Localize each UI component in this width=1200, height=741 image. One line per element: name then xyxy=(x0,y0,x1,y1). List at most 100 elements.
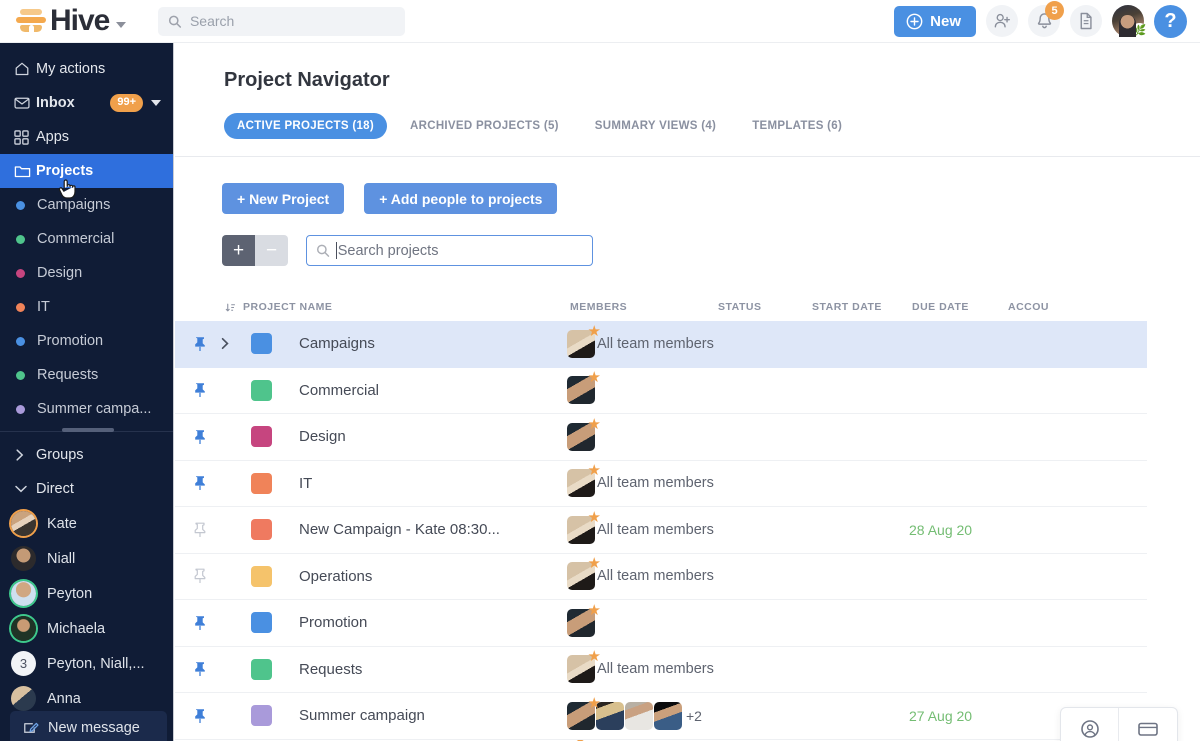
column-header-status[interactable]: STATUS xyxy=(718,301,812,313)
pin-button[interactable] xyxy=(193,661,220,677)
top-bar: Hive New xyxy=(0,0,1200,43)
project-color-dot xyxy=(16,201,25,210)
tab-templates[interactable]: TEMPLATES (6) xyxy=(739,113,855,139)
sidebar: My actions Inbox 99+ Ap xyxy=(0,43,174,741)
column-header-start-date[interactable]: START DATE xyxy=(812,301,912,313)
members-cell[interactable]: ★ +2 xyxy=(567,702,715,730)
sidebar-item-inbox[interactable]: Inbox 99+ xyxy=(0,86,173,120)
avatar: ★ xyxy=(567,655,595,683)
table-row[interactable]: Requests ★ All team members xyxy=(175,647,1147,694)
search-projects-input[interactable] xyxy=(338,243,583,259)
note-button[interactable] xyxy=(1119,708,1177,741)
tab-summary-views[interactable]: SUMMARY VIEWS (4) xyxy=(582,113,729,139)
sidebar-project-it[interactable]: IT xyxy=(0,290,173,324)
members-cell[interactable]: ★ All team members xyxy=(567,562,715,590)
sidebar-project-promotion[interactable]: Promotion xyxy=(0,324,173,358)
dm-label: Niall xyxy=(47,551,75,567)
collapse-all-button[interactable]: − xyxy=(255,235,288,266)
help-button[interactable]: ? xyxy=(1154,5,1187,38)
members-cell[interactable]: ★ All team members xyxy=(567,330,715,358)
sort-icon[interactable] xyxy=(225,302,236,313)
new-button[interactable]: New xyxy=(894,6,976,37)
documents-button[interactable] xyxy=(1070,5,1102,37)
members-cell[interactable]: ★ All team members xyxy=(567,516,715,544)
search-input[interactable] xyxy=(190,13,395,29)
due-date-cell[interactable]: 27 Aug 20 xyxy=(909,708,1005,724)
sidebar-item-my-actions[interactable]: My actions xyxy=(0,52,173,86)
new-message-button[interactable]: New message xyxy=(10,711,167,741)
table-row[interactable]: Commercial ★ xyxy=(175,368,1147,415)
compose-icon xyxy=(23,720,39,736)
tab-archived-projects[interactable]: ARCHIVED PROJECTS (5) xyxy=(397,113,572,139)
expand-row-button[interactable] xyxy=(220,337,251,350)
list-item[interactable]: Peyton xyxy=(0,576,173,611)
members-cell[interactable]: ★ All team members xyxy=(567,469,715,497)
avatar xyxy=(11,581,36,606)
table-row[interactable]: Summer campaign ★ +2 xyxy=(175,693,1147,740)
pin-filled-icon xyxy=(193,615,207,631)
pin-button[interactable] xyxy=(193,382,220,398)
due-date-cell[interactable]: 28 Aug 20 xyxy=(909,522,1005,538)
project-name: Requests xyxy=(299,661,567,678)
search-projects-field[interactable] xyxy=(306,235,593,266)
add-person-button[interactable] xyxy=(986,5,1018,37)
horizontal-scrollbar[interactable] xyxy=(62,428,114,432)
chevron-down-icon[interactable] xyxy=(151,100,161,106)
members-cell[interactable]: ★ xyxy=(567,609,715,637)
pin-button[interactable] xyxy=(193,429,220,445)
column-header-label: PROJECT NAME xyxy=(243,301,332,313)
pin-button[interactable] xyxy=(193,615,220,631)
direct-message-list: Kate Niall Peyton Michaela 3 Peyton, Nia… xyxy=(0,506,173,716)
list-item[interactable]: Niall xyxy=(0,541,173,576)
expand-all-button[interactable]: + xyxy=(222,235,255,266)
tab-active-projects[interactable]: ACTIVE PROJECTS (18) xyxy=(224,113,387,139)
project-name: Campaigns xyxy=(299,335,567,352)
column-header-members[interactable]: MEMBERS xyxy=(570,301,718,313)
avatar: ★ xyxy=(567,423,595,451)
column-header-project-name[interactable]: PROJECT NAME xyxy=(225,301,570,313)
hive-logo[interactable]: Hive xyxy=(14,6,126,36)
sidebar-project-summer-campaign[interactable]: Summer campa... xyxy=(0,392,173,426)
dm-label: Peyton, Niall,... xyxy=(47,656,145,672)
list-item[interactable]: Kate xyxy=(0,506,173,541)
list-item[interactable]: 3 Peyton, Niall,... xyxy=(0,646,173,681)
members-cell[interactable]: ★ xyxy=(567,423,715,451)
search-icon xyxy=(168,14,182,29)
sidebar-project-requests[interactable]: Requests xyxy=(0,358,173,392)
pin-button[interactable] xyxy=(193,336,220,352)
sidebar-project-commercial[interactable]: Commercial xyxy=(0,222,173,256)
project-name: Operations xyxy=(299,568,567,585)
new-project-button[interactable]: + New Project xyxy=(222,183,344,214)
table-row[interactable]: Operations ★ All team members xyxy=(175,554,1147,601)
table-row[interactable]: Promotion ★ xyxy=(175,600,1147,647)
table-row[interactable]: Campaigns ★ All team members xyxy=(175,321,1147,368)
chevron-down-icon[interactable] xyxy=(116,22,126,28)
sidebar-project-design[interactable]: Design xyxy=(0,256,173,290)
sidebar-item-apps[interactable]: Apps xyxy=(0,120,173,154)
column-header-account[interactable]: ACCOU xyxy=(1008,301,1098,313)
table-row[interactable]: IT ★ All team members xyxy=(175,461,1147,508)
status-emoji: 🌿 xyxy=(1131,23,1148,40)
pin-button[interactable] xyxy=(193,522,220,538)
avatar[interactable]: 🌿 xyxy=(1112,5,1144,37)
project-color-swatch xyxy=(251,426,272,447)
global-search[interactable] xyxy=(158,7,405,36)
sidebar-section-direct[interactable]: Direct xyxy=(0,472,173,506)
table-row[interactable]: Design ★ xyxy=(175,414,1147,461)
add-people-button[interactable]: + Add people to projects xyxy=(364,183,557,214)
members-cell[interactable]: ★ All team members xyxy=(567,655,715,683)
sidebar-project-campaigns[interactable]: Campaigns xyxy=(0,188,173,222)
pin-button[interactable] xyxy=(193,475,220,491)
notifications-button[interactable]: 5 xyxy=(1028,5,1060,37)
pin-button[interactable] xyxy=(193,568,220,584)
star-icon: ★ xyxy=(588,463,601,478)
sidebar-section-groups[interactable]: Groups xyxy=(0,438,173,472)
members-cell[interactable]: ★ xyxy=(567,376,715,404)
table-row[interactable]: New Campaign - Kate 08:30... ★ All team … xyxy=(175,507,1147,554)
chat-button[interactable] xyxy=(1061,708,1119,741)
sidebar-item-projects[interactable]: Projects xyxy=(0,154,173,188)
sidebar-item-label: Apps xyxy=(36,129,69,145)
pin-button[interactable] xyxy=(193,708,220,724)
list-item[interactable]: Michaela xyxy=(0,611,173,646)
column-header-due-date[interactable]: DUE DATE xyxy=(912,301,1008,313)
